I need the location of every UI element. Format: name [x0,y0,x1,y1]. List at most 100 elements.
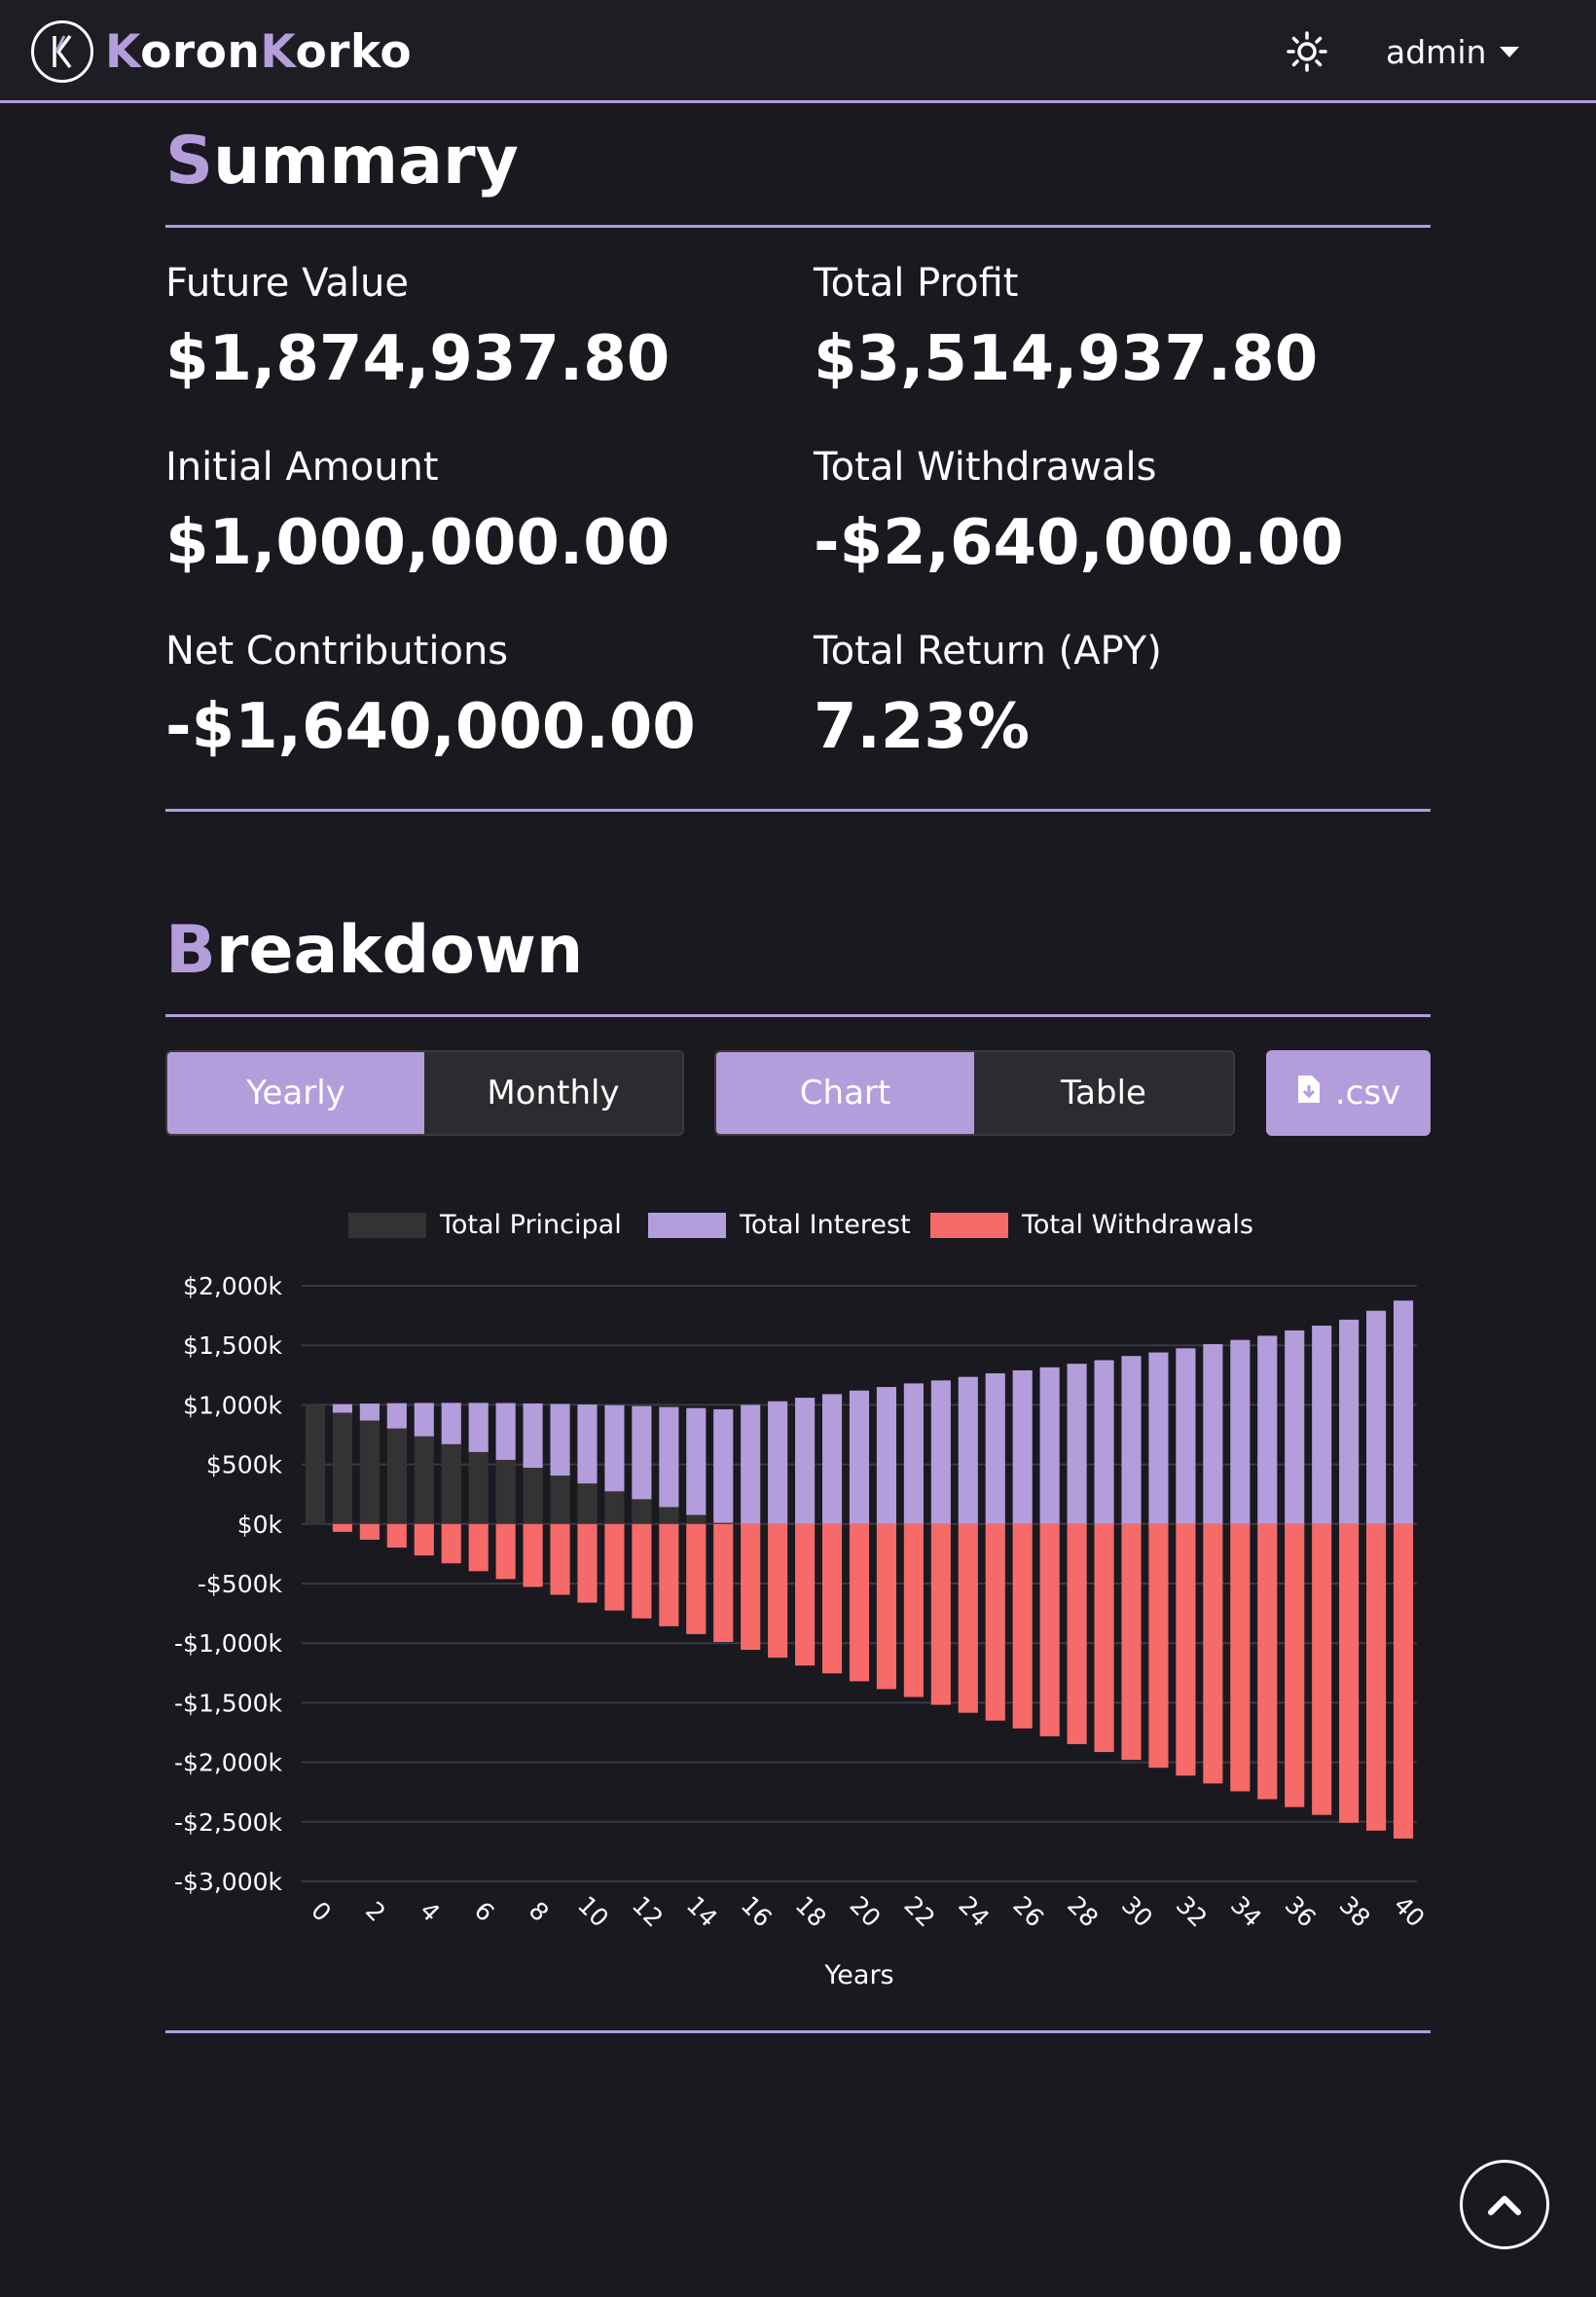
x-tick-label: 8 [524,1896,555,1927]
withdrawal-bar [577,1523,598,1603]
x-tick-label: 30 [1116,1890,1158,1932]
withdrawal-bar [930,1523,951,1705]
net-contributions-value: -$1,640,000.00 [165,691,696,763]
file-download-icon [1296,1074,1322,1113]
logo-icon [31,20,93,83]
chart-view-button[interactable]: Chart [716,1052,974,1134]
total-profit-value: $3,514,937.80 [814,323,1319,395]
interest-bar [958,1376,978,1524]
interest-bar [1203,1343,1223,1524]
y-tick-label: -$2,500k [174,1808,282,1837]
principal-bar [468,1451,489,1524]
scroll-to-top-button[interactable] [1460,2160,1549,2249]
period-toggle: Yearly Monthly [165,1050,684,1136]
interest-bar [550,1404,570,1477]
interest-bar [359,1404,380,1421]
interest-bar [1230,1339,1251,1524]
withdrawal-bar [958,1523,978,1713]
interest-bar [768,1401,788,1524]
interest-bar [468,1403,489,1452]
legend-label: Total Principal [439,1210,622,1240]
interest-bar [1176,1348,1196,1524]
withdrawal-bar [903,1523,924,1697]
future-value: $1,874,937.80 [165,323,671,395]
withdrawal-bar [441,1523,461,1564]
principal-bar [441,1443,461,1524]
total-profit-label: Total Profit [814,261,1019,306]
withdrawal-bar [713,1523,734,1642]
legend-label: Total Withdrawals [1021,1210,1253,1240]
x-tick-label: 18 [790,1890,832,1932]
withdrawal-bar [468,1523,489,1572]
withdrawal-bar [849,1523,870,1682]
interest-bar [1121,1356,1142,1524]
y-tick-label: -$3,000k [174,1868,282,1896]
withdrawal-bar [1312,1523,1332,1815]
withdrawal-bar [604,1523,625,1611]
export-csv-button[interactable]: .csv [1266,1050,1431,1136]
interest-bar [795,1398,816,1524]
x-axis-title: Years [823,1960,893,1990]
breakdown-heading: Breakdown [165,912,584,989]
interest-bar [386,1403,407,1429]
withdrawal-bar [1148,1523,1169,1768]
x-tick-label: 12 [627,1890,669,1932]
withdrawal-bar [414,1523,434,1556]
initial-amount-label: Initial Amount [165,445,439,490]
interest-bar [1257,1335,1278,1524]
withdrawal-bar [1039,1523,1060,1736]
x-tick-label: 28 [1062,1890,1104,1932]
withdrawal-bar [1257,1523,1278,1800]
y-tick-label: -$1,500k [174,1689,282,1717]
user-menu-dropdown[interactable]: admin [1386,27,1520,76]
x-tick-label: 10 [572,1890,614,1932]
withdrawal-bar [386,1523,407,1549]
interest-bar [821,1394,843,1524]
interest-bar [930,1380,951,1524]
brand-link[interactable]: KoronKorko [31,19,412,84]
y-tick-label: -$2,000k [174,1749,282,1777]
interest-bar [1312,1326,1332,1524]
principal-bar [550,1476,570,1524]
principal-bar [686,1514,707,1524]
theme-toggle-icon[interactable] [1285,29,1329,74]
interest-bar [1285,1330,1305,1524]
interest-bar [1148,1352,1169,1524]
x-tick-label: 4 [415,1896,446,1927]
net-contributions-label: Net Contributions [165,629,509,674]
x-tick-label: 26 [1007,1890,1049,1932]
withdrawal-bar [985,1523,1005,1721]
x-tick-label: 6 [469,1896,500,1927]
withdrawal-bar [659,1523,679,1626]
withdrawal-bar [768,1523,788,1659]
x-tick-label: 32 [1171,1890,1213,1932]
x-tick-label: 24 [953,1890,995,1932]
interest-bar [441,1403,461,1444]
navbar: KoronKorko admin [0,0,1596,103]
breakdown-divider-bottom [165,2030,1431,2033]
principal-bar [632,1499,652,1524]
breakdown-divider-top [165,1014,1431,1017]
interest-bar [876,1387,897,1524]
initial-amount-value: $1,000,000.00 [165,507,671,579]
interest-bar [604,1404,625,1492]
x-tick-label: 0 [306,1896,337,1927]
withdrawal-bar [523,1523,543,1587]
future-value-label: Future Value [165,261,409,306]
total-withdrawals-label: Total Withdrawals [814,445,1157,490]
yearly-button[interactable]: Yearly [167,1052,424,1134]
x-tick-label: 20 [845,1890,887,1932]
summary-divider-bottom [165,809,1431,812]
interest-bar [903,1383,924,1524]
withdrawal-bar [821,1523,843,1674]
principal-bar [332,1412,352,1524]
interest-bar [1094,1360,1114,1524]
y-tick-label: $1,500k [183,1331,282,1360]
interest-bar [632,1405,652,1500]
x-tick-label: 40 [1389,1890,1431,1932]
table-view-button[interactable]: Table [974,1052,1233,1134]
summary-heading: Summary [165,123,519,200]
principal-bar [386,1428,407,1524]
monthly-button[interactable]: Monthly [424,1052,682,1134]
withdrawal-bar [1285,1523,1305,1807]
